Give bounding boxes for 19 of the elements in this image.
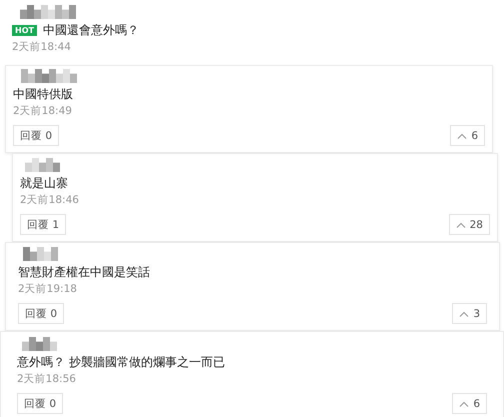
upvote-button[interactable]: 28 xyxy=(448,214,490,235)
upvote-button[interactable]: 3 xyxy=(452,303,487,324)
comment-time: 2天前19:18 xyxy=(18,282,78,296)
comment-text: 中國還會意外嗎？ xyxy=(42,22,139,39)
reply-button[interactable]: 回覆 0 xyxy=(13,125,60,146)
comment-time: 2天前18:44 xyxy=(12,40,72,54)
comment-text: 意外嗎？ 抄襲牆國常做的爛事之一而已 xyxy=(17,354,225,371)
comment-time: 2天前18:56 xyxy=(17,372,77,386)
hot-badge: HOT xyxy=(12,24,37,36)
comment-text: 智慧財產權在中國是笑話 xyxy=(18,264,150,281)
upvote-button[interactable]: 6 xyxy=(452,393,487,414)
comment-text: 中國特供版 xyxy=(13,86,73,103)
reply-button[interactable]: 回覆 0 xyxy=(18,303,64,324)
upvote-button[interactable]: 6 xyxy=(450,125,485,146)
comment-time: 2天前18:46 xyxy=(20,193,80,207)
comment-text: 就是山寨 xyxy=(20,175,68,192)
reply-button[interactable]: 回覆 1 xyxy=(20,214,66,235)
comment-time: 2天前18:49 xyxy=(13,104,73,118)
reply-button[interactable]: 回覆 0 xyxy=(17,393,64,414)
